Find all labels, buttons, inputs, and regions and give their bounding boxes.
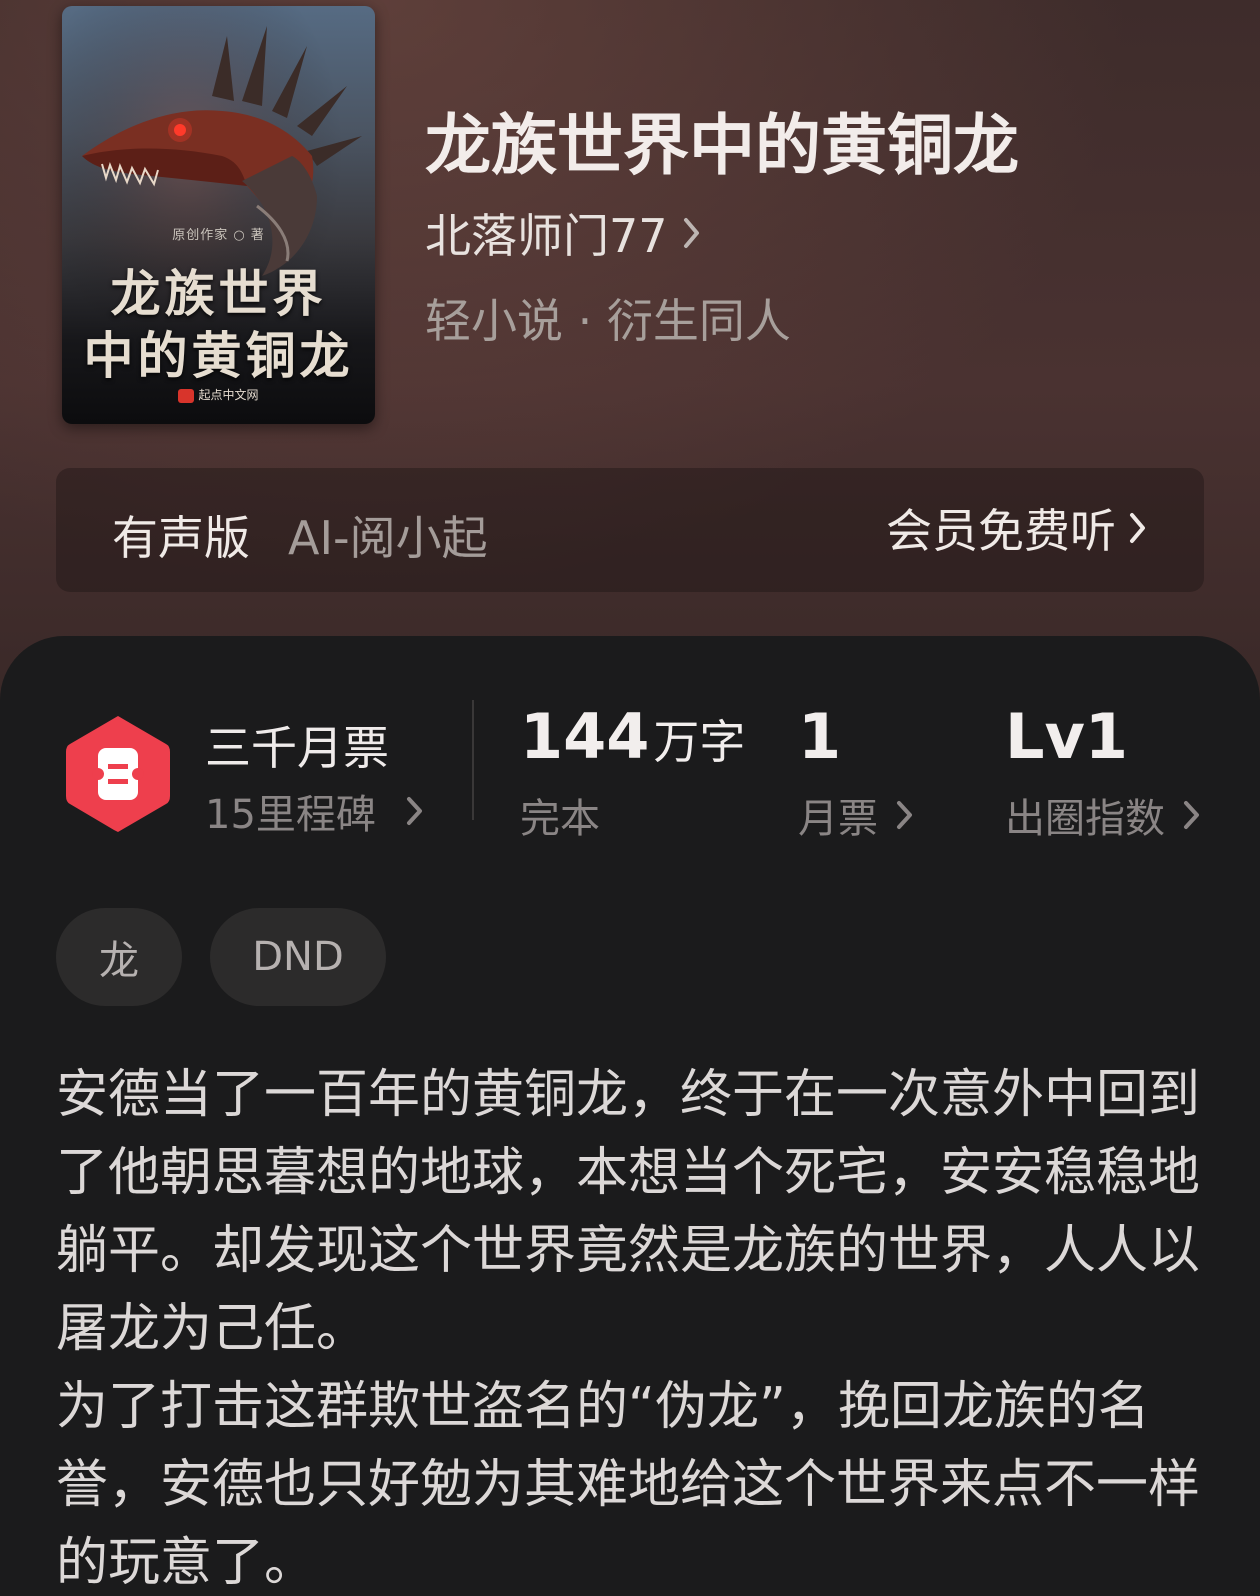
cover-title-line2: 中的黄铜龙 (83, 326, 354, 385)
ticket-icon[interactable] (62, 712, 174, 836)
chevron-right-icon (1184, 801, 1199, 829)
completion-status-label: 完本 (520, 796, 600, 842)
synopsis-paragraph: 安德当了一百年的黄铜龙，终于在一次意外中回到了他朝思暮想的地球，本想当个死宅，安… (56, 1065, 1201, 1359)
monthly-ticket-value: 1 (798, 700, 842, 773)
popularity-index-link[interactable]: 出圈指数 (1005, 786, 1201, 844)
audio-version-bar[interactable]: 有声版 AI-阅小起 会员免费听 (56, 468, 1204, 592)
audio-version-label: 有声版 (112, 511, 250, 565)
word-count-stat: 144万字 (520, 700, 745, 773)
member-free-listen-button[interactable]: 会员免费听 (886, 498, 1148, 558)
book-cover-image[interactable]: 原创作家 ○ 著 龙族世界 中的黄铜龙 起点中文网 (62, 6, 375, 424)
synopsis[interactable]: 安德当了一百年的黄铜龙，终于在一次意外中回到了他朝思暮想的地球，本想当个死宅，安… (56, 1056, 1206, 1596)
cover-publisher: 起点中文网 (62, 386, 375, 403)
badge-title: 三千月票 (205, 721, 389, 775)
word-count-value: 144 (520, 700, 650, 773)
monthly-ticket-label: 月票 (798, 796, 878, 842)
book-detail-page: 原创作家 ○ 著 龙族世界 中的黄铜龙 起点中文网 龙族世界中的黄铜龙 北落师门… (0, 0, 1260, 1596)
author-link[interactable]: 北落师门77 (425, 205, 702, 263)
word-count-unit: 万字 (653, 715, 746, 769)
cover-publisher-label: 起点中文网 (198, 388, 259, 402)
chevron-right-icon (1130, 513, 1145, 543)
publisher-logo-icon (178, 388, 195, 403)
member-free-listen-label: 会员免费听 (886, 504, 1116, 558)
popularity-level-value: Lv1 (1005, 700, 1129, 773)
book-title: 龙族世界中的黄铜龙 (425, 106, 1019, 184)
tag-chip[interactable]: DND (210, 908, 386, 1006)
milestone-link[interactable]: 15里程碑 (205, 782, 424, 840)
popularity-index-label: 出圈指数 (1005, 796, 1165, 842)
genre-label: 轻小说 · 衍生同人 (425, 294, 791, 348)
audio-narrator: AI-阅小起 (288, 511, 488, 565)
milestone-label: 15里程碑 (205, 792, 376, 838)
chevron-right-icon (406, 797, 422, 825)
cover-author-line: 原创作家 ○ 著 (172, 228, 265, 243)
chevron-right-icon (897, 801, 912, 829)
chevron-right-icon (683, 218, 699, 248)
completion-status: 完本 (520, 786, 600, 844)
synopsis-paragraph: 为了打击这群欺世盗名的“伪龙”，挽回龙族的名誉，安德也只好勉为其难地给这个世界来… (56, 1377, 1201, 1593)
author-name: 北落师门77 (425, 209, 668, 263)
stats-divider (472, 700, 474, 820)
monthly-ticket-link[interactable]: 月票 (798, 786, 914, 844)
tag-chip[interactable]: 龙 (56, 908, 182, 1006)
